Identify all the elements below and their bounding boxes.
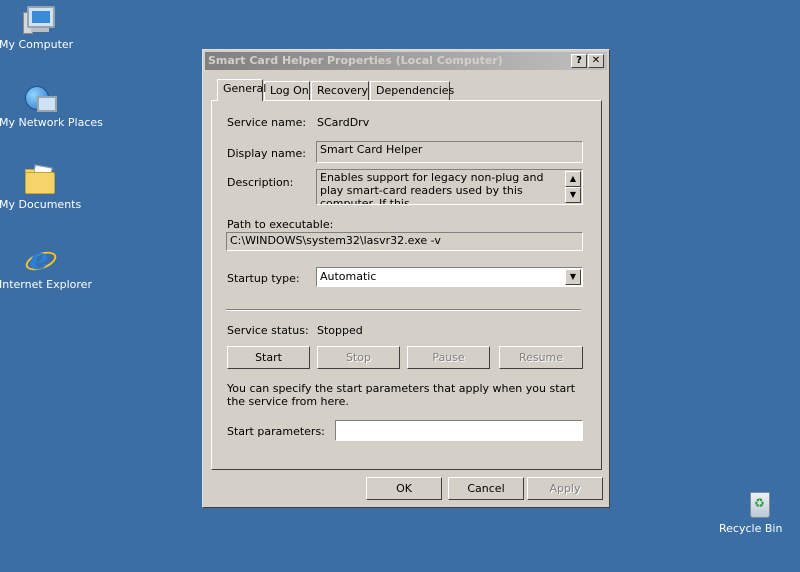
dialog-title: Smart Card Helper Properties (Local Comp… bbox=[208, 54, 503, 67]
cancel-button[interactable]: Cancel bbox=[448, 477, 524, 500]
internet-explorer-icon: e bbox=[23, 244, 59, 276]
separator bbox=[226, 309, 581, 311]
description-text: Enables support for legacy non-plug and … bbox=[320, 171, 544, 205]
service-status-label: Service status: bbox=[227, 324, 309, 337]
desktop-icon-label: My Network Places bbox=[0, 116, 103, 129]
documents-folder-icon bbox=[23, 164, 55, 196]
desktop-icon-label: Recycle Bin bbox=[719, 522, 783, 535]
general-tab-panel: Service name: SCardDrv Display name: Sma… bbox=[211, 100, 602, 470]
path-field[interactable]: C:\WINDOWS\system32\lasvr32.exe -v bbox=[226, 232, 583, 251]
start-params-info: You can specify the start parameters tha… bbox=[227, 382, 576, 408]
computer-icon bbox=[23, 4, 55, 36]
desktop-icon-my-network-places[interactable]: My Network Places bbox=[0, 82, 103, 129]
path-label: Path to executable: bbox=[227, 218, 334, 231]
title-bar[interactable]: Smart Card Helper Properties (Local Comp… bbox=[205, 52, 607, 70]
desktop-icon-recycle-bin[interactable]: ♻ Recycle Bin bbox=[719, 488, 799, 535]
scroll-up-icon[interactable]: ▲ bbox=[565, 171, 581, 187]
desktop-icon-my-documents[interactable]: My Documents bbox=[0, 164, 81, 211]
startup-type-label: Startup type: bbox=[227, 272, 300, 285]
start-params-input[interactable] bbox=[335, 420, 583, 441]
ok-button[interactable]: OK bbox=[366, 477, 442, 500]
help-icon: ? bbox=[576, 55, 582, 66]
desktop-icon-label: My Documents bbox=[0, 198, 82, 211]
desktop-icon-my-computer[interactable]: My Computer bbox=[0, 4, 79, 51]
startup-type-value: Automatic bbox=[320, 270, 377, 283]
desktop-icon-label: My Computer bbox=[0, 38, 74, 51]
recycle-bin-icon: ♻ bbox=[743, 488, 775, 520]
description-scrollbar[interactable]: ▲ ▼ bbox=[565, 171, 581, 203]
tab-general[interactable]: General bbox=[217, 79, 266, 101]
display-name-label: Display name: bbox=[227, 147, 306, 160]
chevron-down-icon[interactable]: ▼ bbox=[565, 269, 581, 285]
close-icon: ✕ bbox=[591, 55, 601, 66]
service-status-value: Stopped bbox=[317, 324, 363, 337]
resume-button[interactable]: Resume bbox=[499, 346, 583, 369]
tab-log-on[interactable]: Log On bbox=[264, 81, 310, 100]
pause-button[interactable]: Pause bbox=[407, 346, 490, 369]
close-button[interactable]: ✕ bbox=[588, 54, 604, 68]
display-name-field[interactable]: Smart Card Helper bbox=[316, 141, 583, 163]
start-params-label: Start parameters: bbox=[227, 425, 325, 438]
stop-button[interactable]: Stop bbox=[317, 346, 400, 369]
help-button[interactable]: ? bbox=[571, 54, 587, 68]
network-places-icon bbox=[23, 82, 57, 114]
apply-button[interactable]: Apply bbox=[527, 477, 603, 500]
desktop-icon-internet-explorer[interactable]: e Internet Explorer bbox=[0, 244, 92, 292]
desktop-icon-label: Internet Explorer bbox=[0, 278, 92, 291]
service-name-value: SCardDrv bbox=[317, 116, 370, 129]
tab-dependencies[interactable]: Dependencies bbox=[370, 81, 454, 100]
tab-recovery[interactable]: Recovery bbox=[311, 81, 369, 100]
description-field[interactable]: Enables support for legacy non-plug and … bbox=[316, 169, 583, 205]
start-button[interactable]: Start bbox=[227, 346, 310, 369]
description-label: Description: bbox=[227, 176, 294, 189]
startup-type-select[interactable]: Automatic ▼ bbox=[316, 267, 583, 287]
service-name-label: Service name: bbox=[227, 116, 307, 129]
scroll-down-icon[interactable]: ▼ bbox=[565, 187, 581, 203]
service-properties-dialog: Smart Card Helper Properties (Local Comp… bbox=[202, 49, 610, 508]
